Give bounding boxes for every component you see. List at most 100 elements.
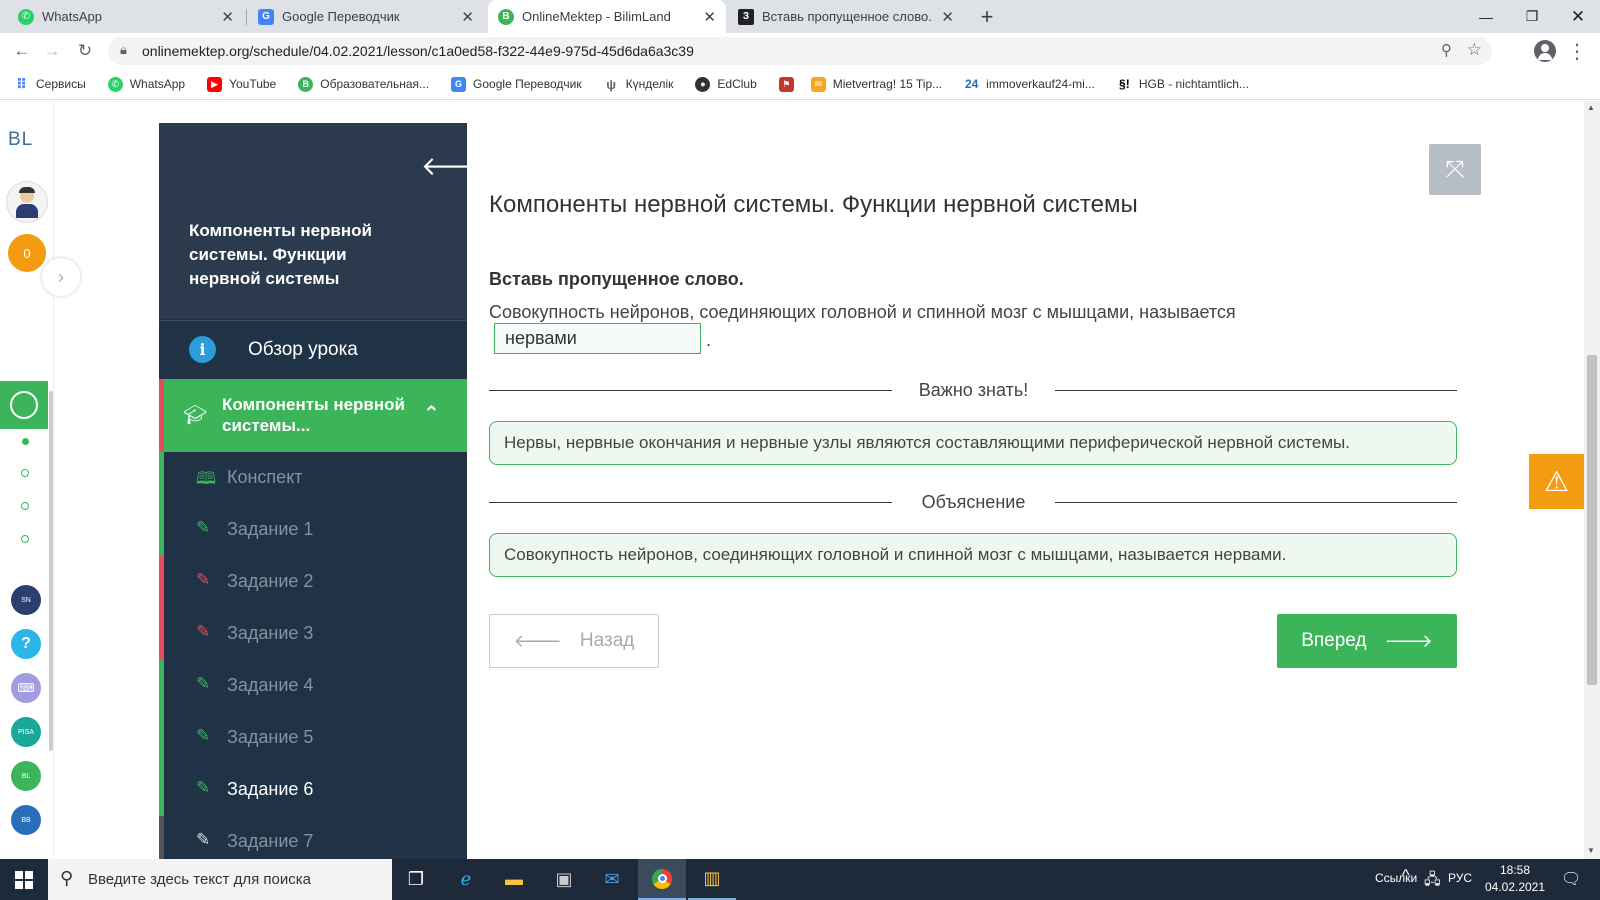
bookmarks-bar: ⠿ Сервисы ✆ WhatsApp ▶ YouTube B Образовател…	[0, 69, 1600, 100]
sidebar-item-task[interactable]: 🕮 Конспект	[159, 452, 467, 504]
bilimland-app-icon[interactable]: BL	[11, 761, 41, 791]
minimize-button[interactable]: —	[1463, 0, 1509, 33]
sidebar-item-task[interactable]: ✎ Задание 6	[159, 764, 467, 816]
divider	[489, 390, 892, 391]
chevron-up-icon: ⌃	[423, 403, 440, 425]
profile-icon[interactable]	[1534, 40, 1556, 62]
report-problem-button[interactable]: ⚠	[1529, 454, 1584, 509]
edge-icon[interactable]: ℯ	[442, 859, 490, 900]
book-icon: 🕮	[196, 469, 217, 488]
language-indicator[interactable]: РУС	[1448, 871, 1472, 885]
browser-tab[interactable]: З Вставь пропущенное слово. Со ✕	[728, 0, 964, 33]
sidebar-item-task[interactable]: ✎ Задание 4	[159, 660, 467, 712]
reload-icon[interactable]: ↻	[70, 33, 100, 69]
fullscreen-icon: ⤧	[1445, 155, 1465, 183]
bookmark[interactable]: ✆ WhatsApp	[107, 76, 185, 92]
expand-rail-button[interactable]: ›	[42, 258, 80, 296]
close-icon[interactable]: ✕	[703, 8, 716, 26]
star-icon[interactable]: ☆	[1467, 40, 1482, 60]
notifications-icon[interactable]: 🗨︎	[1561, 869, 1581, 889]
collapse-arrow-icon[interactable]: 🡐	[421, 151, 467, 182]
bilimbook-icon[interactable]: BB	[11, 805, 41, 835]
browser-tab[interactable]: G Google Переводчик ✕	[248, 0, 484, 33]
page-scrollbar[interactable]: ▲ ▼	[1584, 101, 1600, 859]
file-explorer-icon[interactable]: ▬	[490, 859, 538, 900]
clock[interactable]: 18:58 04.02.2021	[1480, 862, 1550, 896]
keyboard-icon[interactable]: ⌨	[11, 673, 41, 703]
sentence-period: .	[706, 330, 712, 350]
mail-icon[interactable]: ✉	[588, 859, 636, 900]
lock-icon: 🔒︎	[120, 42, 127, 57]
sidebar-item-task[interactable]: ✎ Задание 3	[159, 608, 467, 660]
sidebar-item-task[interactable]: ✎ Задание 7	[159, 816, 467, 859]
sidebar-header: 🡐 Компоненты нервной системы. Функции не…	[159, 123, 467, 319]
bookmark[interactable]: ⠿ Сервисы	[14, 76, 86, 92]
address-bar[interactable]: 🔒︎ onlinemektep.org/schedule/04.02.2021/…	[108, 37, 1492, 65]
scroll-up-icon[interactable]: ▲	[1587, 103, 1595, 112]
next-button[interactable]: Вперед 🡒	[1277, 614, 1457, 668]
browser-tab[interactable]: ✆ WhatsApp ✕	[8, 0, 244, 33]
lesson-dot-active[interactable]	[22, 438, 29, 445]
chevron-up-icon[interactable]: ^	[1402, 867, 1410, 885]
close-icon[interactable]: ✕	[221, 8, 234, 26]
avatar[interactable]	[6, 181, 48, 223]
scrollbar-thumb[interactable]	[1587, 355, 1597, 685]
bookmark[interactable]: ✉ Mietvertrag! 15 Tip...	[810, 76, 942, 92]
forward-arrow-icon[interactable]: →	[37, 33, 67, 69]
task-sentence: Совокупность нейронов, соединяющих голов…	[489, 302, 1236, 322]
taskbar-search[interactable]: ⚲ Введите здесь текст для поиска	[48, 859, 392, 900]
status-strip	[159, 608, 164, 660]
bookmark[interactable]: ● EdClub	[695, 76, 757, 92]
bl-logo[interactable]: BL	[8, 129, 33, 151]
fullscreen-button[interactable]: ⤧	[1429, 144, 1481, 195]
task-view-icon[interactable]: ❐	[392, 859, 440, 900]
bookmark[interactable]: ▶ YouTube	[207, 76, 276, 92]
bookmark[interactable]: G Google Переводчик	[451, 76, 582, 92]
close-icon[interactable]: ✕	[461, 8, 474, 26]
rail-scrollbar[interactable]	[49, 391, 53, 751]
onlinemektep-icon: B	[498, 8, 514, 25]
back-button[interactable]: 🡐 Назад	[489, 614, 659, 668]
online-mektep-rail-item[interactable]	[0, 381, 48, 429]
coins-badge[interactable]: 0	[8, 234, 46, 272]
new-tab-button[interactable]: +	[970, 0, 1004, 33]
smart-nation-icon[interactable]: SN	[11, 585, 41, 615]
close-icon[interactable]: ✕	[941, 8, 954, 26]
answer-input[interactable]	[494, 323, 701, 354]
zoom-icon[interactable]: ⚲	[1441, 41, 1452, 59]
menu-kebab-icon[interactable]: ⋮	[1562, 33, 1592, 69]
links-toolbar[interactable]: Ссылки	[1375, 871, 1417, 885]
network-icon[interactable]: 🖧	[1424, 869, 1441, 894]
bookmark[interactable]: ⚑	[778, 76, 801, 92]
edit-icon: ✎	[196, 622, 211, 641]
status-strip	[159, 712, 164, 764]
store-icon[interactable]: ▣	[540, 859, 588, 900]
pisa-icon[interactable]: PISA	[11, 717, 41, 747]
chrome-icon[interactable]	[638, 859, 686, 900]
sidebar-item-overview[interactable]: i Обзор урока	[159, 320, 467, 378]
sidebar-item-task[interactable]: ✎ Задание 2	[159, 556, 467, 608]
lesson-dot[interactable]	[21, 469, 29, 477]
lesson-dot[interactable]	[21, 502, 29, 510]
windows-start-icon[interactable]	[0, 859, 48, 900]
browser-tab-active[interactable]: B OnlineMektep - BilimLand ✕	[488, 0, 726, 33]
bookmark[interactable]: B Образовательная...	[298, 76, 429, 92]
sidebar-item-task[interactable]: ✎ Задание 1	[159, 504, 467, 556]
restore-button[interactable]: ❐	[1509, 0, 1555, 33]
bookmark[interactable]: §! HGB - nichtamtlich...	[1117, 77, 1249, 92]
help-icon[interactable]: ?	[11, 629, 41, 659]
notepad-app-icon[interactable]: ▥	[688, 859, 736, 900]
lesson-dot[interactable]	[21, 535, 29, 543]
scroll-down-icon[interactable]: ▼	[1587, 846, 1595, 855]
bookmark[interactable]: 24 immoverkauf24-mi...	[964, 77, 1095, 92]
status-strip	[159, 452, 164, 504]
bookmark[interactable]: ψ Күнделік	[604, 77, 673, 92]
mietvertrag-icon: ✉	[810, 76, 826, 92]
sidebar-item-task[interactable]: ✎ Задание 5	[159, 712, 467, 764]
close-window-button[interactable]: ✕	[1555, 0, 1600, 33]
info-icon: i	[189, 336, 216, 363]
sidebar-section-current[interactable]: 🎓︎ Компоненты нервной системы... ⌃	[159, 379, 467, 452]
back-arrow-icon[interactable]: ←	[7, 33, 37, 69]
browser-tab-bar: ✆ WhatsApp ✕ G Google Переводчик ✕ B Onl…	[0, 0, 1600, 33]
edit-icon: ✎	[196, 518, 211, 537]
